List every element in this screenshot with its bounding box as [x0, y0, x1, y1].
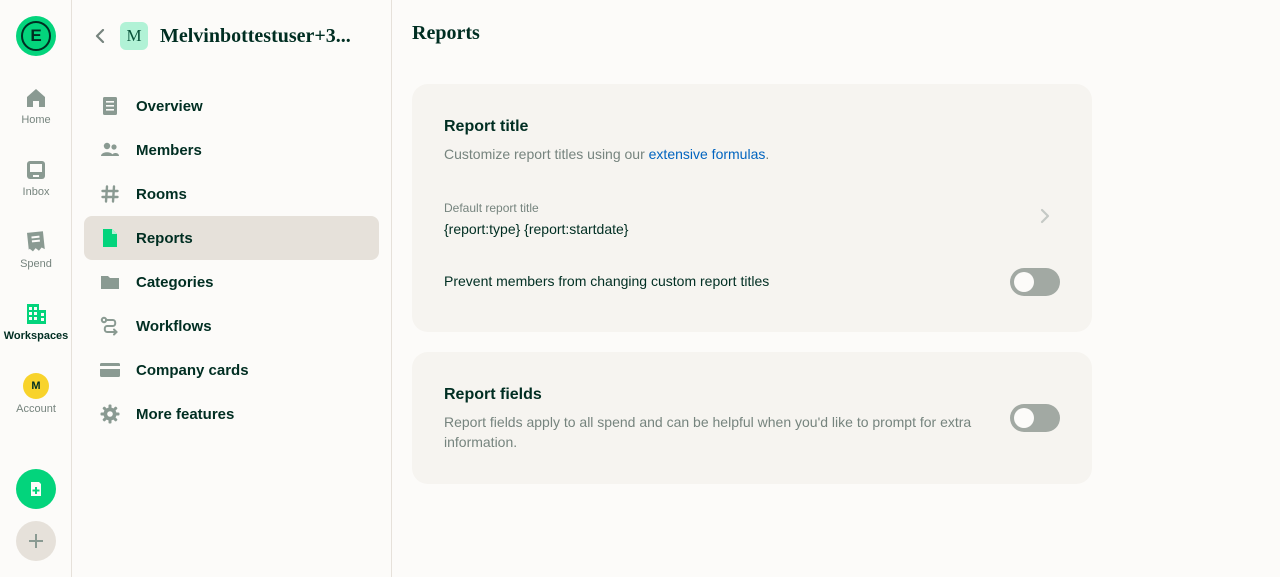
- sidebar-item-label: Categories: [136, 273, 214, 291]
- new-expense-button[interactable]: [16, 469, 56, 509]
- credit-card-icon: [100, 360, 120, 380]
- chevron-left-icon: [95, 29, 105, 43]
- rail-item-spend[interactable]: Spend: [0, 230, 72, 270]
- prevent-members-label: Prevent members from changing custom rep…: [444, 273, 770, 289]
- desc-suffix: .: [765, 146, 770, 162]
- default-report-title-row[interactable]: [412, 190, 1092, 246]
- workspace-sidebar: M Melvinbottestuser+3... Overview Member…: [72, 0, 392, 577]
- report-fields-card: Report fields Report fields apply to all…: [412, 352, 1092, 484]
- global-nav-rail: E Home Inbox Spend Workspaces M Account: [0, 0, 72, 577]
- rail-item-home[interactable]: Home: [0, 86, 72, 126]
- default-report-title-value: {report:type} {report:startdate}: [444, 221, 629, 237]
- report-fields-description: Report fields apply to all spend and can…: [444, 414, 972, 450]
- rail-item-workspaces[interactable]: Workspaces: [0, 302, 72, 342]
- create-button[interactable]: [16, 521, 56, 561]
- inbox-icon: [27, 161, 45, 179]
- extensive-formulas-link[interactable]: extensive formulas: [649, 146, 766, 162]
- logo-letter: E: [21, 21, 51, 51]
- folder-icon: [100, 272, 120, 292]
- report-fields-heading: Report fields: [444, 386, 542, 403]
- sidebar-item-more-features[interactable]: More features: [84, 392, 379, 436]
- chevron-right-icon: [1040, 208, 1050, 224]
- building-icon: [27, 304, 46, 324]
- plus-icon: [29, 534, 43, 548]
- rail-label-inbox: Inbox: [22, 186, 50, 198]
- sidebar-item-label: More features: [136, 405, 235, 423]
- desc-text: Customize report titles using our: [444, 146, 649, 162]
- expensify-logo[interactable]: E: [16, 16, 56, 56]
- sidebar-item-members[interactable]: Members: [84, 128, 379, 172]
- default-report-title-label: Default report title: [444, 201, 539, 215]
- home-icon: [27, 89, 45, 107]
- rail-label-home: Home: [21, 114, 51, 126]
- toggle-knob: [1014, 408, 1034, 428]
- main-content: Reports Report title Customize report ti…: [392, 0, 1280, 577]
- sidebar-item-label: Workflows: [136, 317, 212, 335]
- sidebar-item-company-cards[interactable]: Company cards: [84, 348, 379, 392]
- back-button[interactable]: [90, 26, 110, 46]
- workspace-name: Melvinbottestuser+3...: [160, 24, 351, 47]
- users-icon: [100, 140, 120, 160]
- workspace-header: M Melvinbottestuser+3...: [72, 18, 392, 54]
- gear-icon: [100, 404, 120, 424]
- rail-item-inbox[interactable]: Inbox: [0, 158, 72, 198]
- rail-label-workspaces: Workspaces: [3, 330, 69, 342]
- workspace-nav: Overview Members Rooms Reports Categorie…: [84, 84, 379, 436]
- toggle-knob: [1014, 272, 1034, 292]
- sidebar-item-label: Company cards: [136, 361, 249, 379]
- rail-item-account[interactable]: M Account: [0, 373, 72, 415]
- avatar: M: [23, 373, 49, 399]
- receipt-plus-icon: [31, 482, 41, 496]
- report-title-card: Report title Customize report titles usi…: [412, 84, 1092, 332]
- page-title: Reports: [412, 22, 480, 44]
- sidebar-item-label: Reports: [136, 229, 193, 247]
- sidebar-item-label: Members: [136, 141, 202, 159]
- sidebar-item-categories[interactable]: Categories: [84, 260, 379, 304]
- sidebar-item-workflows[interactable]: Workflows: [84, 304, 379, 348]
- rail-label-spend: Spend: [20, 258, 52, 270]
- report-title-heading: Report title: [444, 118, 529, 135]
- receipt-icon: [26, 231, 45, 252]
- report-fields-toggle[interactable]: [1010, 404, 1060, 432]
- hashtag-icon: [100, 184, 120, 204]
- rail-label-account: Account: [16, 403, 56, 415]
- report-title-description: Customize report titles using our extens…: [444, 144, 769, 164]
- sidebar-item-label: Overview: [136, 97, 203, 115]
- workspace-avatar: M: [120, 22, 148, 50]
- file-icon: [100, 228, 120, 248]
- document-icon: [100, 96, 120, 116]
- workflow-icon: [100, 316, 120, 336]
- sidebar-item-reports[interactable]: Reports: [84, 216, 379, 260]
- sidebar-item-rooms[interactable]: Rooms: [84, 172, 379, 216]
- prevent-members-toggle[interactable]: [1010, 268, 1060, 296]
- sidebar-item-overview[interactable]: Overview: [84, 84, 379, 128]
- sidebar-item-label: Rooms: [136, 185, 187, 203]
